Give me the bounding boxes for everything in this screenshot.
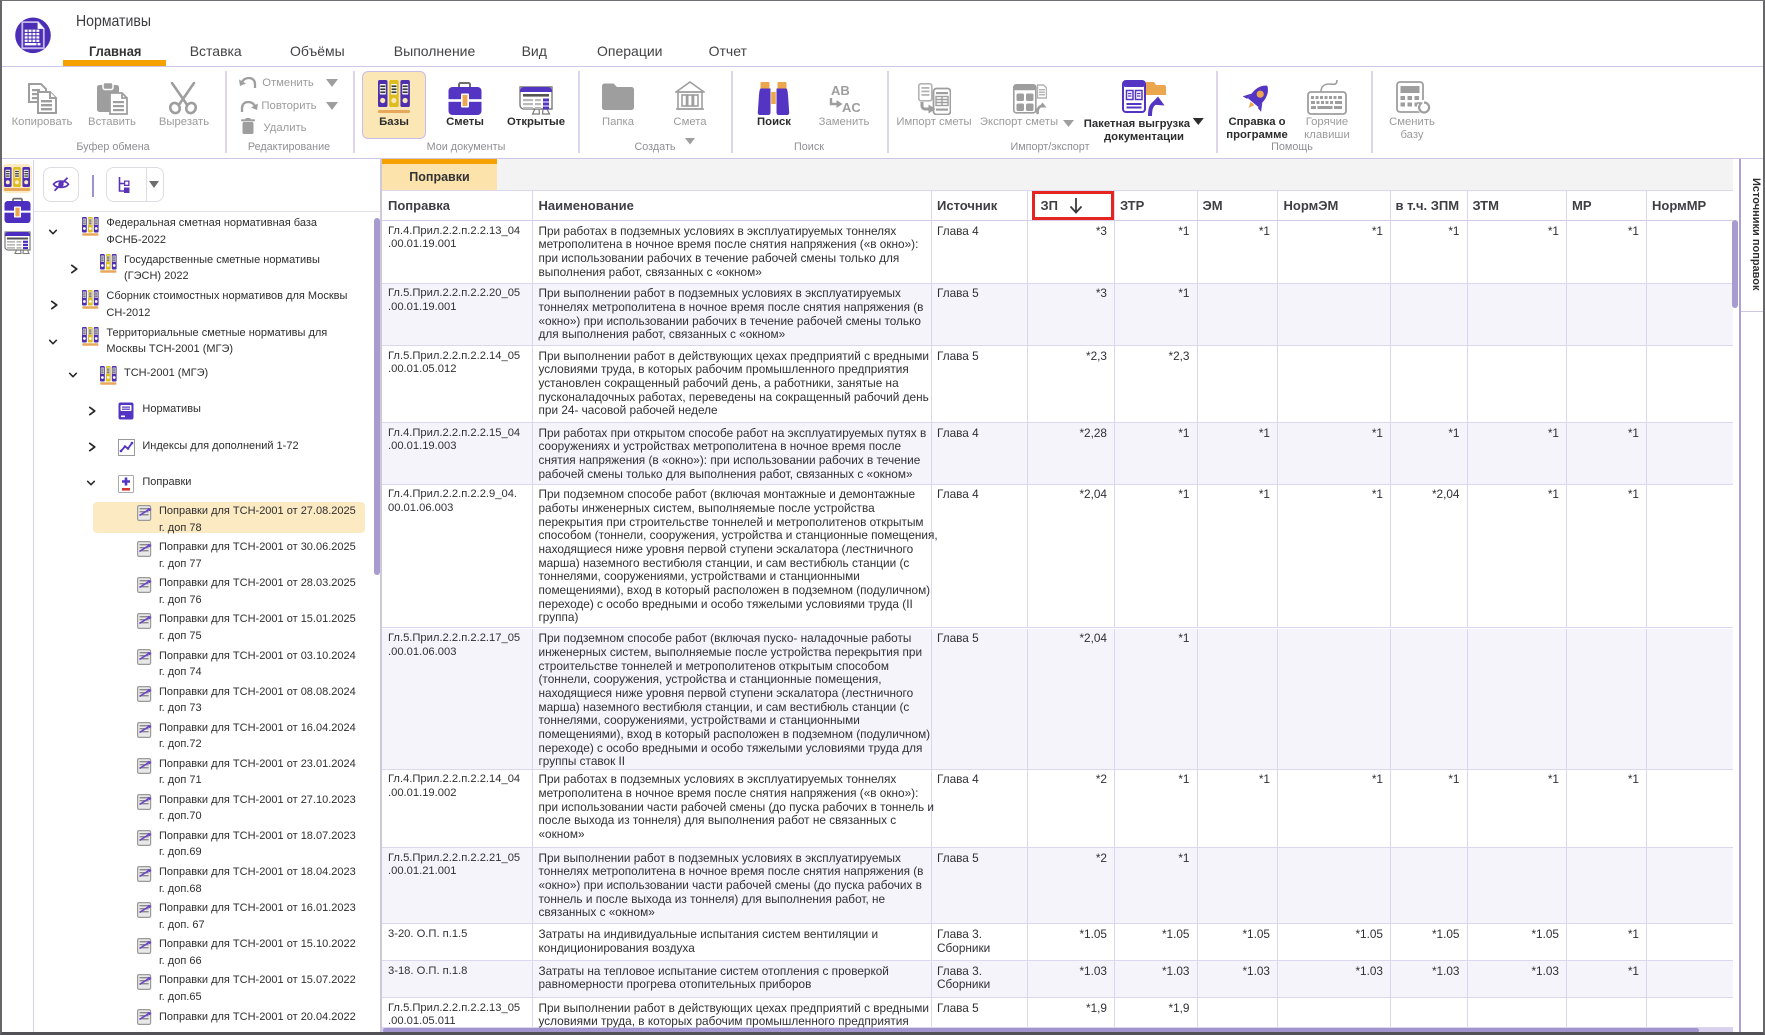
svg-text:AC: AC bbox=[842, 100, 860, 114]
svg-text:AB: AB bbox=[831, 84, 850, 98]
